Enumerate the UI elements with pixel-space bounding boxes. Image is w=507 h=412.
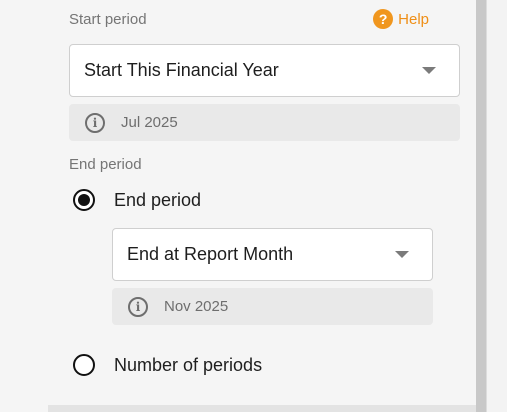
radio-unselected-icon [73,354,95,376]
end-period-info-text: Nov 2025 [164,298,229,315]
help-label: Help [398,10,429,28]
info-icon: i [128,296,148,317]
end-period-info: i Nov 2025 [112,288,433,325]
end-period-value: End at Report Month [127,244,294,264]
caret-down-icon [422,67,436,74]
scrollbar[interactable] [476,0,486,412]
start-period-info-text: Jul 2025 [121,114,178,131]
radio-number-of-periods-label: Number of periods [114,354,263,375]
period-settings-panel: Start period ? Help Start This Financial… [0,0,476,412]
radio-end-period-label: End period [114,189,202,210]
end-period-label: End period [69,156,142,173]
end-period-select[interactable]: End at Report Month [112,228,433,281]
help-link[interactable]: ? Help [373,9,429,29]
caret-down-icon [395,251,409,258]
start-period-info: i Jul 2025 [69,104,460,141]
radio-selected-icon [73,189,95,211]
help-icon: ? [373,9,394,29]
bottom-divider [48,405,476,412]
radio-end-period[interactable]: End period [73,189,201,211]
radio-number-of-periods[interactable]: Number of periods [73,354,262,376]
right-gutter [486,0,507,412]
start-period-value: Start This Financial Year [84,60,279,80]
start-period-label: Start period [69,11,147,28]
info-icon: i [85,112,105,133]
start-period-select[interactable]: Start This Financial Year [69,44,460,97]
